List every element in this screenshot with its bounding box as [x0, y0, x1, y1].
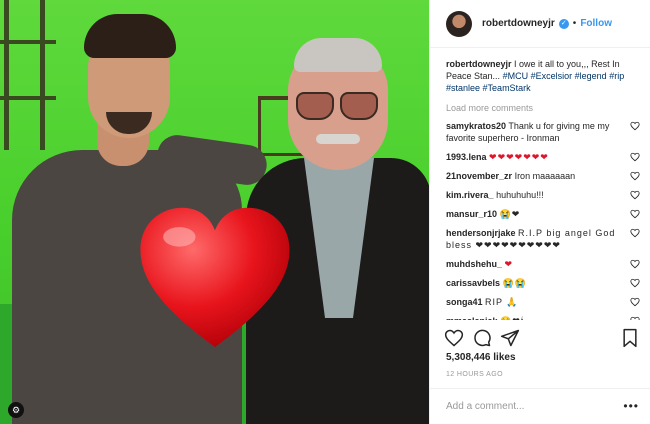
- like-comment-icon[interactable]: [630, 316, 640, 320]
- hashtag[interactable]: #legend: [575, 71, 607, 81]
- comment-text: 😢❤🕯: [500, 316, 524, 320]
- comment-item: mansur_r10 😭❤: [446, 208, 642, 220]
- hashtag[interactable]: #TeamStark: [483, 83, 531, 93]
- post-timestamp[interactable]: 12 HOURS AGO: [446, 371, 503, 378]
- hashtag[interactable]: #MCU: [503, 71, 529, 81]
- comments-list[interactable]: robertdowneyjr I owe it all to you,,, Re…: [446, 58, 642, 320]
- hashtag[interactable]: #stanlee: [446, 83, 480, 93]
- more-icon[interactable]: •••: [623, 399, 639, 413]
- caption-username[interactable]: robertdowneyjr: [446, 59, 512, 69]
- comment-item: hendersonjrjake R.I.P big angel God bles…: [446, 227, 642, 251]
- comment-username[interactable]: carissavbels: [446, 278, 500, 288]
- post-actions: [444, 328, 640, 350]
- separator-dot: •: [572, 18, 577, 29]
- like-comment-icon[interactable]: [630, 171, 640, 181]
- comment-username[interactable]: muhdshehu_: [446, 259, 502, 269]
- comment-item: carissavbels 😭😭: [446, 277, 642, 289]
- comment-item: mmaslenjak 😢❤🕯: [446, 315, 642, 320]
- like-comment-icon[interactable]: [630, 228, 640, 238]
- comment-username[interactable]: samykratos20: [446, 121, 506, 131]
- verified-icon: ✓: [558, 18, 569, 29]
- comment-text: ❤: [504, 259, 514, 269]
- comment-item: 1993.lena ❤❤❤❤❤❤❤: [446, 151, 642, 163]
- comment-username[interactable]: songa41: [446, 297, 483, 307]
- comment-username[interactable]: kim.rivera_: [446, 190, 494, 200]
- hashtag[interactable]: #rip: [609, 71, 624, 81]
- bookmark-icon[interactable]: [620, 328, 640, 348]
- like-comment-icon[interactable]: [630, 278, 640, 288]
- photo-badge-icon: ⚙: [8, 402, 24, 418]
- follow-button[interactable]: Follow: [580, 18, 612, 29]
- post-side-panel: robertdowneyjr ✓ • Follow robertdowneyjr…: [429, 0, 650, 424]
- comment-username[interactable]: hendersonjrjake: [446, 228, 516, 238]
- comment-username[interactable]: 21november_zr: [446, 171, 512, 181]
- comment-text: ❤❤❤❤❤❤❤: [489, 152, 549, 162]
- like-comment-icon[interactable]: [630, 259, 640, 269]
- hashtag[interactable]: #Excelsior: [531, 71, 573, 81]
- comment-text: 😭❤: [499, 209, 521, 219]
- add-comment-input[interactable]: Add a comment...: [446, 401, 524, 412]
- comment-username[interactable]: mansur_r10: [446, 209, 497, 219]
- comment-item: kim.rivera_ huhuhuhu!!!: [446, 189, 642, 201]
- comment-item: 21november_zr Iron maaaaaan: [446, 170, 642, 182]
- comment-text: RIP 🙏: [485, 297, 519, 307]
- post-caption: robertdowneyjr I owe it all to you,,, Re…: [446, 58, 642, 94]
- heart-icon[interactable]: [444, 328, 464, 348]
- like-count[interactable]: 5,308,446 likes: [446, 352, 516, 363]
- avatar[interactable]: [446, 10, 472, 37]
- comment-username[interactable]: mmaslenjak: [446, 316, 498, 320]
- comment-item: muhdshehu_ ❤: [446, 258, 642, 270]
- like-comment-icon[interactable]: [630, 190, 640, 200]
- like-comment-icon[interactable]: [630, 152, 640, 162]
- comment-username[interactable]: 1993.lena: [446, 152, 487, 162]
- post-header: robertdowneyjr ✓ • Follow: [430, 0, 650, 48]
- comment-icon[interactable]: [472, 328, 492, 348]
- post-photo[interactable]: ⚙: [0, 0, 429, 424]
- like-comment-icon[interactable]: [630, 297, 640, 307]
- like-comment-icon[interactable]: [630, 209, 640, 219]
- comment-item: samykratos20 Thank u for giving me my fa…: [446, 120, 642, 144]
- heart-emoji-overlay: [140, 207, 290, 348]
- header-username[interactable]: robertdowneyjr: [482, 18, 555, 29]
- add-comment-bar: Add a comment... •••: [430, 388, 650, 424]
- comment-item: songa41 RIP 🙏: [446, 296, 642, 308]
- comment-text: 😭😭: [502, 278, 527, 288]
- comment-text: Iron maaaaaan: [514, 171, 576, 181]
- share-icon[interactable]: [500, 328, 520, 348]
- like-comment-icon[interactable]: [630, 121, 640, 131]
- load-more-comments-link[interactable]: Load more comments: [446, 102, 642, 114]
- comment-text: huhuhuhu!!!: [496, 190, 544, 200]
